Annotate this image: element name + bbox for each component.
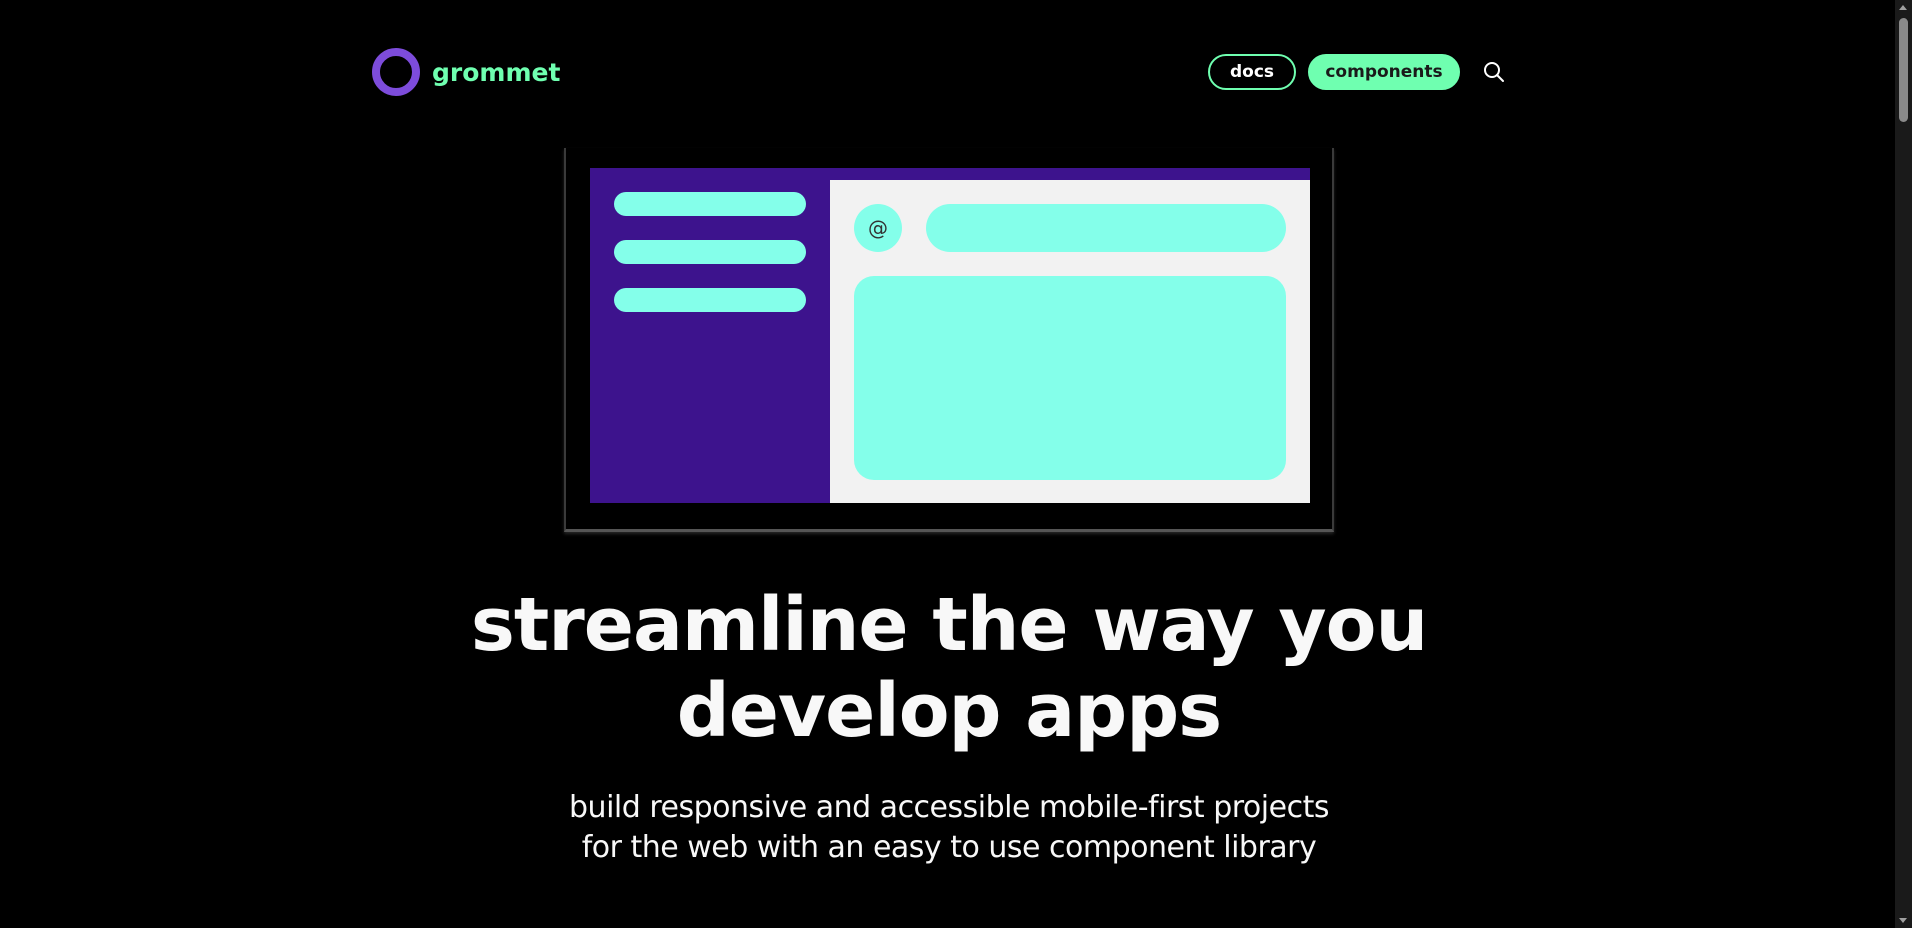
header-nav: docs components [1208,54,1512,90]
headline-line-2: develop apps [676,668,1222,754]
illustration-sidebar-item [614,192,806,216]
headline-line-1: streamline the way you [470,582,1428,668]
scroll-down-arrow-icon[interactable] [1899,918,1907,923]
logo-text: grommet [432,57,561,87]
components-button[interactable]: components [1308,54,1460,90]
illustration-content: @ [830,180,1310,503]
hero-subline: build responsive and accessible mobile-f… [456,788,1442,868]
search-icon [1484,62,1504,82]
hero-illustration: @ [564,148,1334,532]
page-scrollbar[interactable] [1895,0,1912,928]
hero-headline: streamline the way you develop apps [356,582,1542,754]
docs-button[interactable]: docs [1208,54,1296,90]
logo-link[interactable]: grommet [372,48,560,96]
subline-line-1: build responsive and accessible mobile-f… [569,790,1329,825]
illustration-avatar: @ [854,204,902,252]
page: grommet docs components @ streamline the… [0,0,1912,928]
illustration-sidebar-item [614,288,806,312]
header: grommet docs components [372,46,1512,98]
scrollbar-thumb[interactable] [1899,18,1908,122]
search-button[interactable] [1476,54,1512,90]
illustration-header-bar [926,204,1286,252]
grommet-logo-icon [372,48,420,96]
at-sign-icon: @ [868,216,888,240]
subline-line-2: for the web with an easy to use componen… [581,830,1317,865]
illustration-screen: @ [590,168,1310,503]
illustration-card [854,276,1286,480]
scroll-up-arrow-icon[interactable] [1899,5,1907,10]
illustration-sidebar-item [614,240,806,264]
